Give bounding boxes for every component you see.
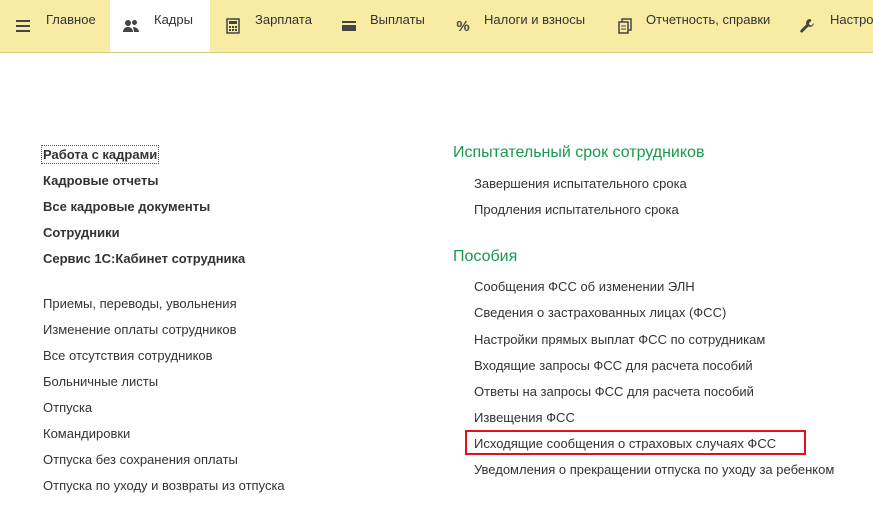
link-hr-work[interactable]: Работа с кадрами: [40, 145, 160, 164]
link-employees[interactable]: Сотрудники: [43, 225, 120, 240]
top-nav-bar: Главное Кадры Зарплата Выплаты % Налоги …: [0, 0, 873, 53]
link-all-hr-documents[interactable]: Все кадровые документы: [43, 199, 210, 214]
link-business-trips[interactable]: Командировки: [43, 426, 130, 441]
tab-label: Выплаты: [370, 12, 425, 27]
link-fss-request-answers[interactable]: Ответы на запросы ФСС для расчета пособи…: [474, 384, 754, 399]
link-probation-completion[interactable]: Завершения испытательного срока: [474, 176, 687, 191]
tab-hr[interactable]: Кадры: [110, 0, 210, 52]
documents-icon: [616, 17, 634, 35]
tab-label: Настро: [830, 12, 873, 27]
link-parental-leave-termination-notices[interactable]: Уведомления о прекращении отпуска по ухо…: [474, 462, 834, 477]
link-sick-leaves[interactable]: Больничные листы: [43, 374, 158, 389]
link-parental-leaves[interactable]: Отпуска по уходу и возвраты из отпуска: [43, 478, 285, 493]
link-all-absences[interactable]: Все отсутствия сотрудников: [43, 348, 213, 363]
link-vacations[interactable]: Отпуска: [43, 400, 92, 415]
tab-label: Кадры: [154, 12, 193, 27]
tab-salary[interactable]: Зарплата: [210, 0, 328, 52]
link-fss-insured-persons[interactable]: Сведения о застрахованных лицах (ФСС): [474, 305, 726, 320]
link-unpaid-leaves[interactable]: Отпуска без сохранения оплаты: [43, 452, 238, 467]
wrench-icon: [798, 17, 816, 35]
calculator-icon: [224, 17, 242, 35]
menu-lines-icon: [14, 17, 32, 35]
users-icon: [122, 17, 140, 35]
tab-label: Главное: [46, 12, 96, 27]
tab-main[interactable]: Главное: [0, 0, 110, 52]
tab-payments[interactable]: Выплаты: [328, 0, 442, 52]
link-employee-cabinet-service[interactable]: Сервис 1С:Кабинет сотрудника: [43, 251, 245, 266]
link-fss-notices[interactable]: Извещения ФСС: [474, 410, 575, 425]
link-probation-extension[interactable]: Продления испытательного срока: [474, 202, 679, 217]
section-title-benefits: Пособия: [453, 248, 518, 265]
wallet-icon: [340, 17, 358, 35]
link-fss-incoming-requests[interactable]: Входящие запросы ФСС для расчета пособий: [474, 358, 753, 373]
tab-reports[interactable]: Отчетность, справки: [604, 0, 788, 52]
tab-settings[interactable]: Настро: [788, 0, 873, 52]
link-salary-changes[interactable]: Изменение оплаты сотрудников: [43, 322, 237, 337]
tab-label: Налоги и взносы: [484, 12, 586, 27]
percent-icon: %: [456, 17, 470, 35]
tab-taxes[interactable]: % Налоги и взносы: [442, 0, 604, 52]
section-title-probation: Испытательный срок сотрудников: [453, 144, 705, 161]
link-fss-direct-payment-settings[interactable]: Настройки прямых выплат ФСС по сотрудник…: [474, 332, 765, 347]
link-hr-reports[interactable]: Кадровые отчеты: [43, 173, 158, 188]
link-hiring-transfers-dismissals[interactable]: Приемы, переводы, увольнения: [43, 296, 237, 311]
tab-label: Отчетность, справки: [646, 12, 771, 27]
link-fss-eln-messages[interactable]: Сообщения ФСС об изменении ЭЛН: [474, 279, 695, 294]
link-fss-outgoing-insurance-messages[interactable]: Исходящие сообщения о страховых случаях …: [474, 436, 776, 451]
tab-label: Зарплата: [255, 12, 312, 27]
